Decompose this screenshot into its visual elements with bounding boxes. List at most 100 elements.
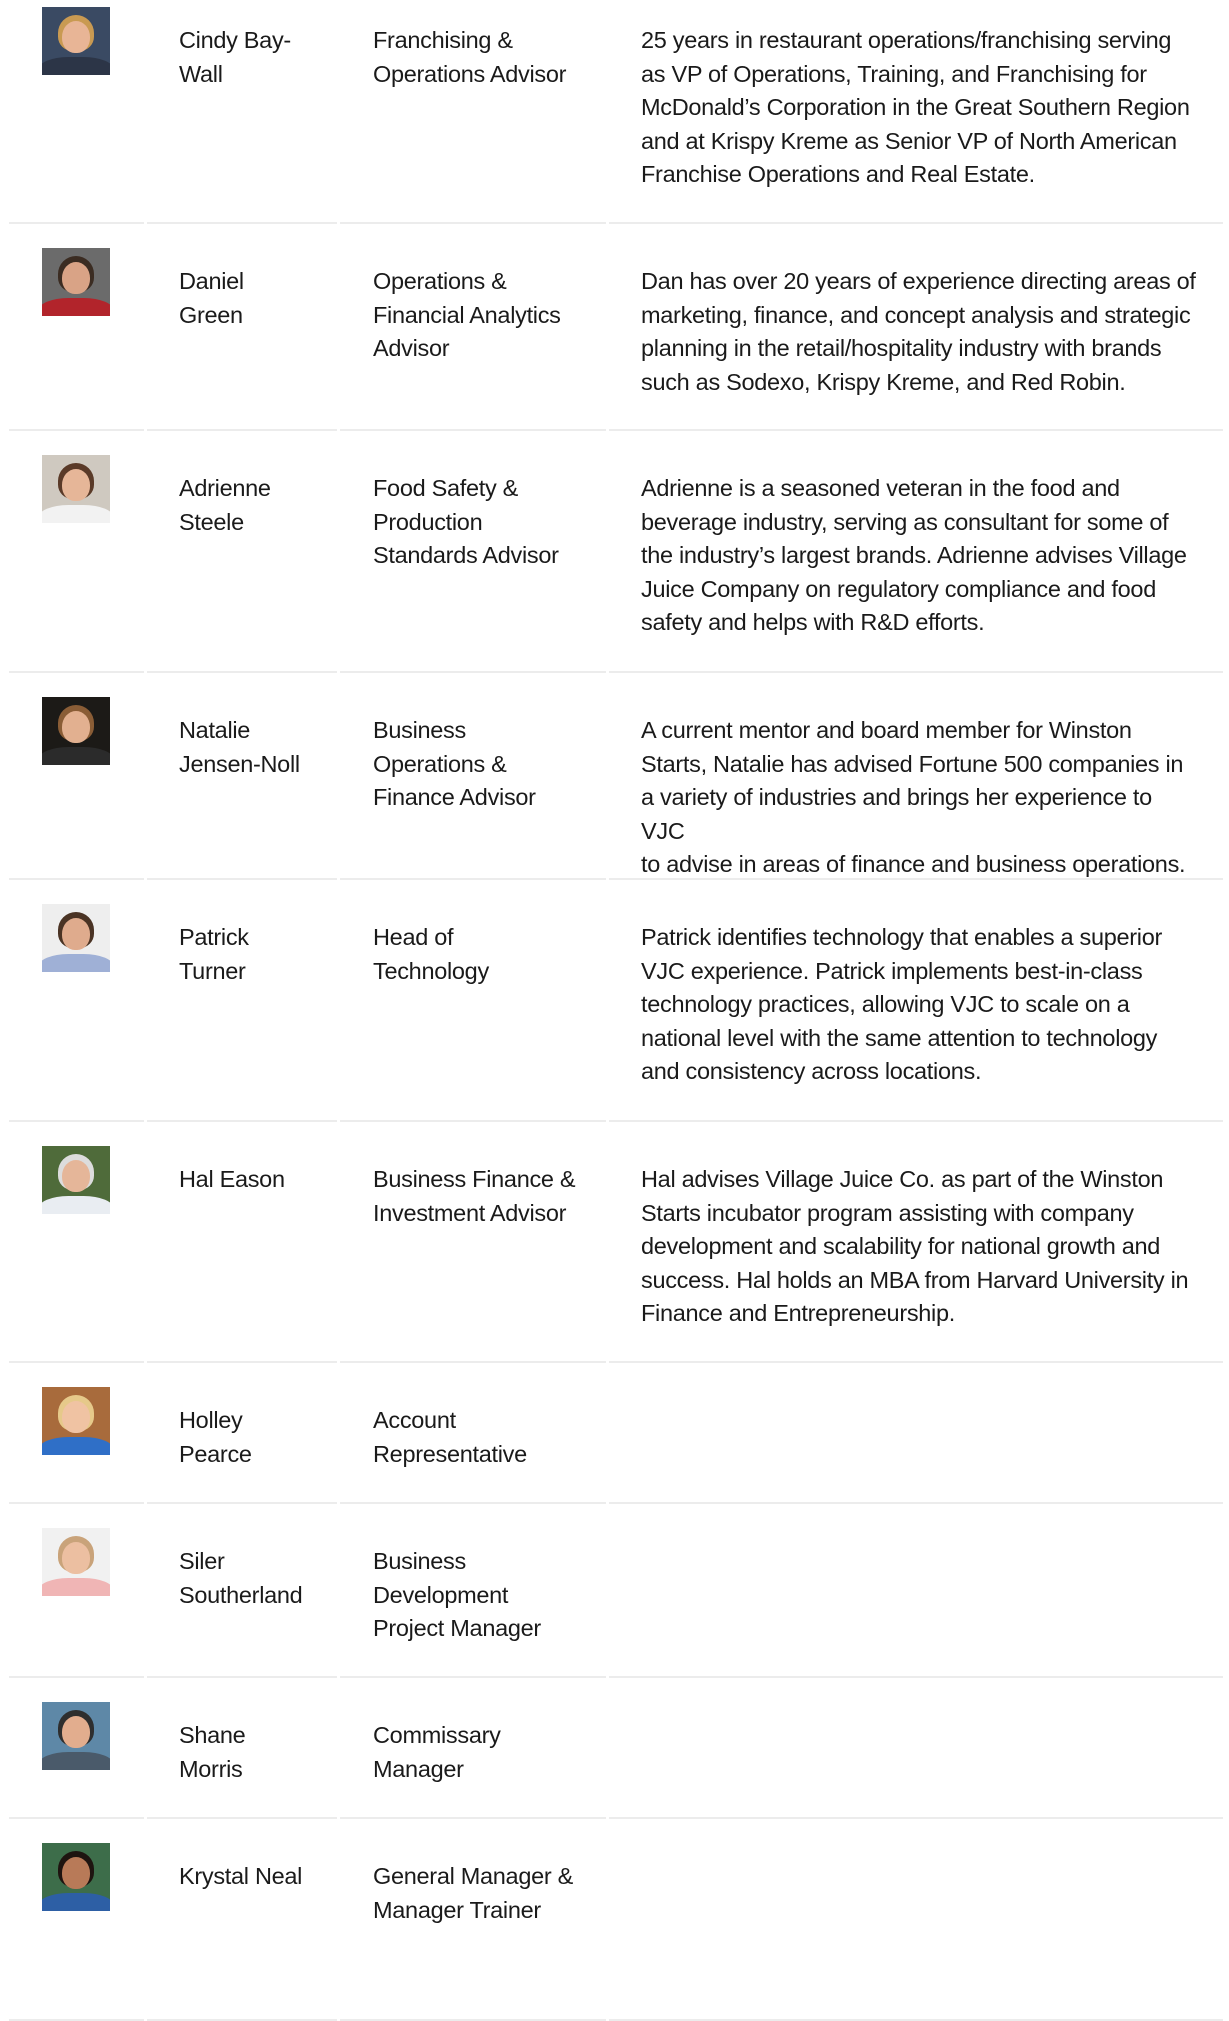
member-title-line: Project Manager	[373, 1615, 541, 1641]
team-row: Krystal Neal General Manager & Manager Tra…	[9, 1819, 1223, 2021]
avatar	[42, 904, 110, 972]
member-name-line: Cindy Bay-	[179, 27, 291, 53]
member-bio-line: success. Hal holds an MBA from Harvard U…	[641, 1266, 1189, 1293]
member-bio-line: as VP of Operations, Training, and Franc…	[641, 60, 1147, 87]
member-name-line: Hal Eason	[179, 1166, 285, 1192]
member-bio-line: Starts incubator program assisting with …	[641, 1199, 1134, 1226]
member-bio-line: technology practices, allowing VJC to sc…	[641, 991, 1130, 1017]
photo-cell	[42, 1702, 110, 1770]
member-bio-line: national level with the same attention t…	[641, 1024, 1158, 1051]
member-name: Holley Pearce	[179, 1404, 329, 1471]
team-row: Patrick Turner Head of Technology Patrick id…	[9, 880, 1223, 1122]
member-title-line: Investment Advisor	[373, 1199, 567, 1226]
member-name-line: Morris	[179, 1755, 243, 1782]
member-title: Account Representative	[373, 1404, 593, 1471]
member-bio: Hal advises Village Juice Co. as part of…	[641, 1163, 1201, 1331]
member-title: Food Safety & Production Standards Advisor	[373, 472, 593, 573]
member-name: Adrienne Steele	[179, 472, 329, 539]
member-name-line: Steele	[179, 508, 244, 535]
team-row: Hal Eason Business Finance & Investment Ad…	[9, 1122, 1223, 1363]
member-title-line: Advisor	[373, 335, 450, 361]
photo-cell	[42, 1387, 110, 1455]
member-bio-line: safety and helps with R&D efforts.	[641, 609, 985, 635]
photo-cell	[42, 7, 110, 75]
member-title-line: Financial Analytics	[373, 301, 561, 328]
photo-cell	[42, 1528, 110, 1596]
member-bio-line: Finance and Entrepreneurship.	[641, 1300, 955, 1326]
member-title-line: Franchising &	[373, 27, 513, 53]
member-title-line: Representative	[373, 1440, 527, 1467]
photo-cell	[42, 697, 110, 765]
member-title-line: Finance Advisor	[373, 784, 536, 810]
member-name: Patrick Turner	[179, 921, 329, 988]
member-name: Krystal Neal	[179, 1860, 329, 1894]
member-name: Shane Morris	[179, 1719, 329, 1786]
photo-cell	[42, 455, 110, 523]
member-name: Daniel Green	[179, 265, 329, 332]
avatar	[42, 1146, 110, 1214]
member-bio-line: Adrienne is a seasoned veteran in the fo…	[641, 475, 1120, 501]
member-bio-line: Franchise Operations and Real Estate.	[641, 161, 1035, 187]
member-name-line: Patrick	[179, 924, 249, 950]
member-bio-line: and at Krispy Kreme as Senior VP of Nort…	[641, 127, 1177, 154]
member-name-line: Holley	[179, 1407, 243, 1433]
avatar	[42, 1702, 110, 1770]
photo-cell	[42, 1146, 110, 1214]
member-title: General Manager & Manager Trainer	[373, 1860, 593, 1927]
member-bio-line: VJC experience. Patrick implements best-…	[641, 957, 1143, 984]
member-title-line: Account	[373, 1407, 456, 1433]
member-title-line: General Manager &	[373, 1863, 573, 1889]
avatar	[42, 248, 110, 316]
team-row: Cindy Bay- Wall Franchising & Operations Ad…	[9, 0, 1223, 224]
team-row: Holley Pearce Account Representative	[9, 1363, 1223, 1504]
member-bio-line: to advise in areas of finance and busine…	[641, 851, 1186, 877]
member-bio-line: beverage industry, serving as consultant…	[641, 508, 1169, 535]
member-name-line: Daniel	[179, 268, 244, 294]
member-bio: A current mentor and board member for Wi…	[641, 714, 1201, 882]
member-title: Business Finance & Investment Advisor	[373, 1163, 593, 1230]
member-name-line: Southerland	[179, 1581, 303, 1608]
member-title-line: Technology	[373, 957, 489, 984]
member-title-line: Operations &	[373, 268, 507, 294]
avatar	[42, 1387, 110, 1455]
avatar	[42, 1843, 110, 1911]
member-bio-line: Patrick identifies technology that enabl…	[641, 924, 1162, 950]
member-name-line: Green	[179, 301, 243, 328]
member-title-line: Operations Advisor	[373, 60, 567, 87]
member-bio-line: development and scalability for national…	[641, 1233, 1161, 1259]
member-title-line: Food Safety &	[373, 475, 519, 501]
member-bio-line: Juice Company on regulatory compliance a…	[641, 575, 1156, 602]
avatar	[42, 1528, 110, 1596]
member-title-line: Head of	[373, 924, 454, 950]
member-bio-line: marketing, finance, and concept analysis…	[641, 301, 1191, 328]
member-name: Siler Southerland	[179, 1545, 329, 1612]
team-row: Siler Southerland Business Development Proje…	[9, 1504, 1223, 1678]
member-name: Cindy Bay- Wall	[179, 24, 329, 91]
team-row: Shane Morris Commissary Manager	[9, 1678, 1223, 1819]
member-bio: Adrienne is a seasoned veteran in the fo…	[641, 472, 1201, 640]
member-title: Head of Technology	[373, 921, 593, 988]
member-title: Business Development Project Manager	[373, 1545, 593, 1646]
member-title-line: Business	[373, 1548, 466, 1574]
member-bio-line: a variety of industries and brings her e…	[641, 784, 1152, 844]
member-bio-line: Dan has over 20 years of experience dire…	[641, 268, 1196, 294]
member-title-line: Manager Trainer	[373, 1896, 541, 1923]
member-title-line: Business	[373, 717, 466, 743]
photo-cell	[42, 248, 110, 316]
member-bio-line: planning in the retail/hospitality indus…	[641, 335, 1162, 361]
member-bio: Dan has over 20 years of experience dire…	[641, 265, 1201, 399]
member-bio: 25 years in restaurant operations/franch…	[641, 24, 1201, 192]
member-title-line: Production	[373, 508, 483, 535]
member-title-line: Business Finance &	[373, 1166, 576, 1192]
team-row: Adrienne Steele Food Safety & Production Sta…	[9, 431, 1223, 673]
member-title-line: Commissary	[373, 1722, 501, 1748]
avatar	[42, 697, 110, 765]
member-bio-line: Hal advises Village Juice Co. as part of…	[641, 1166, 1164, 1192]
member-bio-line: A current mentor and board member for Wi…	[641, 717, 1132, 743]
member-title-line: Development	[373, 1581, 509, 1608]
member-title: Franchising & Operations Advisor	[373, 24, 593, 91]
photo-cell	[42, 904, 110, 972]
member-name-line: Shane	[179, 1722, 246, 1748]
member-bio-line: and consistency across locations.	[641, 1058, 982, 1084]
member-bio-line: the industry’s largest brands. Adrienne …	[641, 542, 1187, 568]
